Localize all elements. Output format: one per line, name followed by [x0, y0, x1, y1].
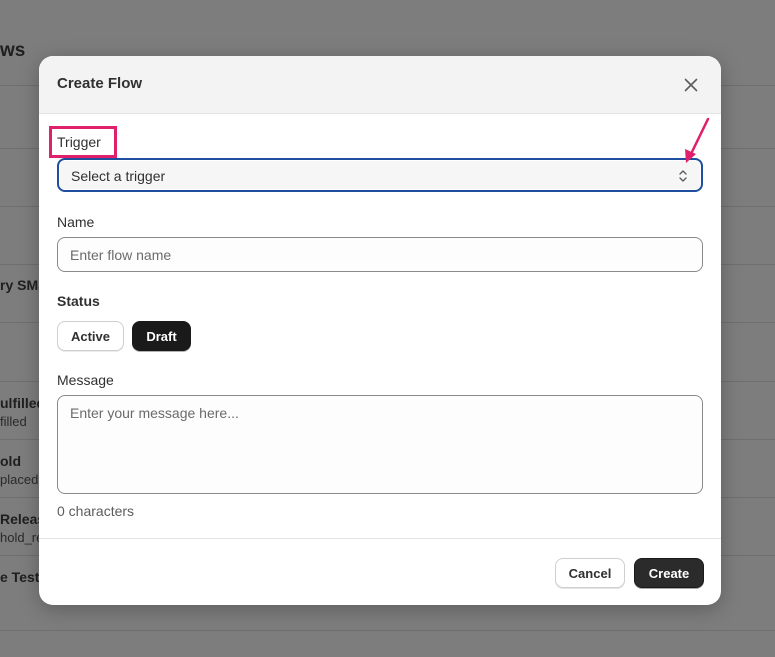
list-item-subtitle: hold_re — [0, 530, 44, 545]
footer-divider — [39, 538, 721, 539]
status-draft-button[interactable]: Draft — [132, 321, 191, 351]
trigger-select-value: Select a trigger — [71, 168, 166, 184]
close-button[interactable] — [680, 74, 702, 96]
modal-title: Create Flow — [57, 75, 143, 92]
modal-header: Create Flow — [39, 56, 721, 114]
create-flow-modal: Create Flow Trigger Select a trigger Nam… — [39, 56, 721, 605]
name-label: Name — [57, 214, 95, 230]
cancel-button[interactable]: Cancel — [555, 558, 625, 588]
create-button[interactable]: Create — [634, 558, 704, 588]
annotation-highlight-box — [49, 126, 117, 158]
list-item-title: e Test — [0, 569, 40, 585]
divider — [0, 630, 775, 631]
list-item-subtitle: filled — [0, 414, 27, 429]
message-textarea[interactable] — [57, 395, 703, 494]
flow-name-input[interactable] — [57, 237, 703, 272]
status-active-button[interactable]: Active — [57, 321, 124, 351]
close-icon — [684, 78, 698, 92]
arrow-pointer-icon — [685, 117, 710, 163]
character-count: 0 characters — [57, 503, 135, 519]
list-item-subtitle: placed — [0, 472, 39, 487]
status-label: Status — [57, 293, 100, 309]
page-title: ws — [0, 40, 26, 61]
trigger-select[interactable]: Select a trigger — [57, 158, 703, 192]
message-label: Message — [57, 372, 114, 388]
list-item-title: old — [0, 453, 21, 469]
chevron-up-down-icon — [679, 170, 687, 182]
